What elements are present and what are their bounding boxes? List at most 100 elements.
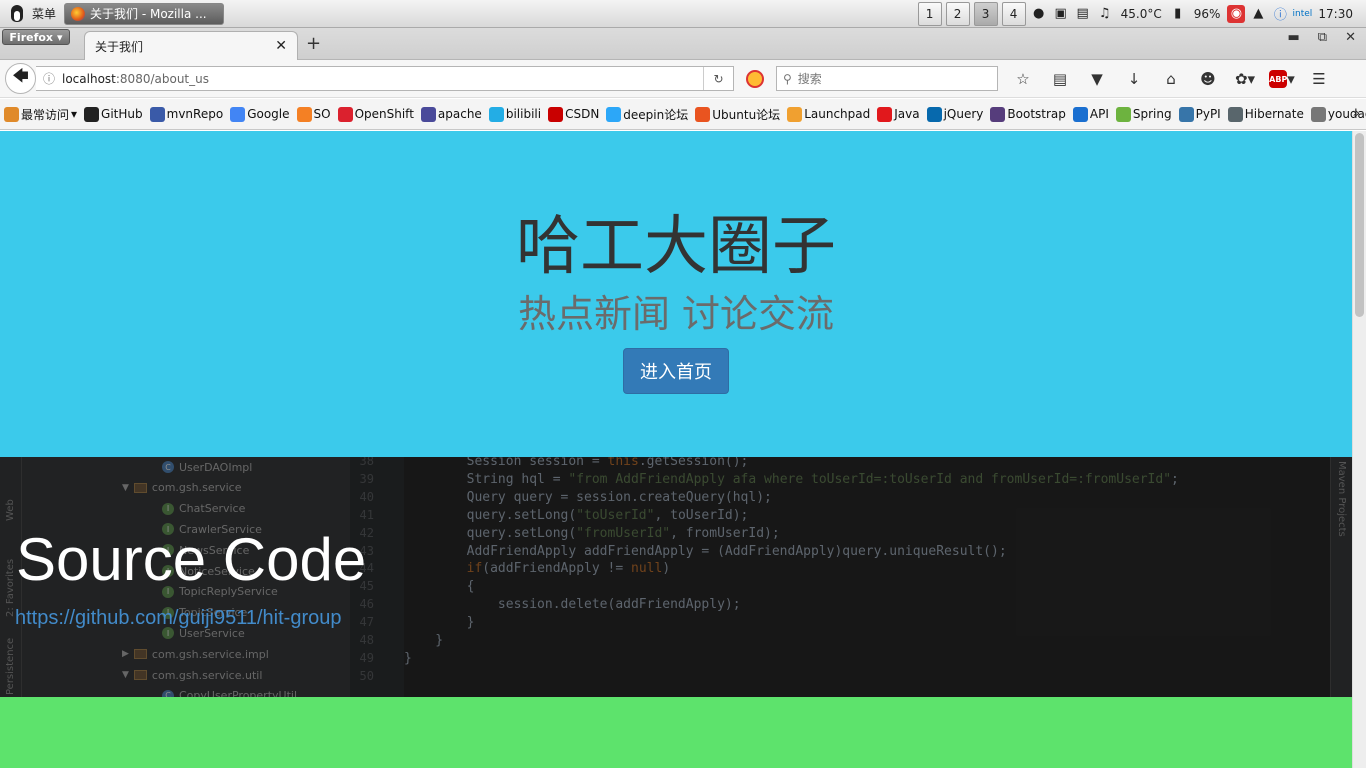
bookmark-item[interactable]: Ubuntu论坛 [695,106,780,123]
hero-section: 哈工大圈子 热点新闻 讨论交流 进入首页 [0,131,1352,457]
footer-section [0,697,1352,768]
tux-icon[interactable]: ▲ [1249,5,1267,23]
bookmark-item[interactable]: mvnRepo [149,106,223,122]
chat-icon[interactable]: ☻ [1195,68,1221,90]
bookmark-label: OpenShift [354,107,414,121]
system-menu-button[interactable]: 菜单 [0,0,64,28]
download-icon[interactable]: ↓ [1121,68,1147,90]
bookmark-item[interactable]: jQuery [926,106,984,122]
enter-homepage-button[interactable]: 进入首页 [623,348,729,394]
bookmark-item[interactable]: Google [230,106,290,122]
bookmark-item[interactable]: GitHub [84,106,143,122]
arrow-left-icon: 🡄 [12,66,29,85]
battery-icon[interactable]: ▮ [1169,5,1187,23]
back-button[interactable]: 🡄 [5,63,36,94]
bookmark-item[interactable]: Hibernate [1227,106,1304,122]
bookmark-item[interactable]: Java [877,106,920,122]
bookmark-item[interactable]: PyPI [1178,106,1221,122]
reading-list-icon[interactable]: ▤ [1047,68,1073,90]
bookmark-label: Java [894,107,920,121]
bookmark-label: GitHub [101,107,143,121]
pocket-icon[interactable]: ▼ [1084,68,1110,90]
restore-icon[interactable]: ⧉ [1318,30,1327,45]
bookmark-item[interactable]: API [1072,106,1109,122]
minimize-icon[interactable]: ▬ [1288,30,1300,45]
workspace-1-button[interactable]: 1 [917,1,942,26]
firefox-app-menu[interactable]: Firefox ▾ [2,29,70,45]
mvnrepo-icon [149,106,165,122]
scrollbar-thumb[interactable] [1355,133,1364,317]
bookmark-label: Launchpad [804,107,871,121]
pypi-icon [1178,106,1194,122]
source-code-section: Web 2: Favorites Persistence C UserDAOImp… [0,457,1352,697]
hibernate-icon [1227,106,1243,122]
search-placeholder: 搜索 [797,72,822,86]
bookmark-item[interactable]: 最常访问 ▾ [4,106,77,123]
bookmark-item[interactable]: Spring [1115,106,1172,122]
netease-music-icon[interactable]: ◉ [1227,4,1246,23]
page-scrollbar[interactable] [1352,131,1366,768]
close-window-icon[interactable]: ✕ [1345,30,1356,45]
bookmark-label: API [1089,107,1109,121]
bookmark-label: jQuery [943,107,984,121]
workspace-4-button[interactable]: 4 [1001,1,1026,26]
openshift-icon [337,106,353,122]
network-icon[interactable]: ▤ [1074,5,1092,23]
youdao-icon [1310,106,1326,122]
bookmark-label: 最常访问 [21,107,70,122]
deepin-icon [606,106,622,122]
tab-about-us[interactable]: 关于我们 ✕ [84,31,298,60]
bookmark-star-icon[interactable]: ☆ [1010,68,1036,90]
chevron-down-icon: ▾ [57,30,63,44]
bookmark-item[interactable]: apache [420,106,482,122]
bookmark-item[interactable]: OpenShift [337,106,414,122]
firefox-icon [71,6,86,21]
new-tab-button[interactable]: + [306,33,321,54]
window-controls: ▬ ⧉ ✕ [1288,30,1357,45]
bookmark-label: apache [437,107,482,121]
taskbar-window-title: 关于我们 - Mozilla ... [90,7,207,21]
bookmark-item[interactable]: Launchpad [787,106,871,122]
bookmarks-overflow-icon[interactable]: » [1353,106,1360,120]
close-tab-icon[interactable]: ✕ [275,38,287,54]
noscript-icon[interactable] [746,70,764,88]
bookmark-label: CSDN [565,107,600,121]
bookmark-item[interactable]: CSDN [548,106,600,122]
temperature-readout: 45.0°C [1120,6,1162,21]
workspace-3-button[interactable]: 3 [973,1,998,26]
bookmark-item[interactable]: SO [296,106,331,122]
update-icon[interactable]: ⓘ [1271,5,1289,23]
system-panel: 菜单 关于我们 - Mozilla ... 1 2 3 4 ● ▣ ▤ ♫ 45… [0,0,1366,28]
bookmark-item[interactable]: deepin论坛 [606,106,688,123]
bookmark-label: youdao [1327,107,1366,121]
launchpad-icon [787,106,803,122]
url-path: :8080/about_us [115,71,209,86]
bookmark-label: deepin论坛 [623,107,689,122]
intel-icon[interactable]: intel [1293,5,1313,23]
home-icon[interactable]: ⌂ [1158,68,1184,90]
music-icon[interactable]: ♫ [1096,5,1114,23]
bookmark-item[interactable]: Bootstrap [990,106,1066,122]
reload-icon[interactable]: ↻ [703,67,733,90]
extension-icon[interactable]: ✿▾ [1232,68,1258,90]
info-icon[interactable]: ⓘ [36,70,62,87]
workspace-2-button[interactable]: 2 [945,1,970,26]
site-title: 哈工大圈子 [516,210,836,284]
firefox-app-menu-label: Firefox [9,30,54,44]
api-icon [1072,106,1088,122]
github-repo-link[interactable]: https://github.com/guiji9511/hit-group [15,607,342,630]
user-icon[interactable]: ● [1030,5,1048,23]
battery-readout: 96% [1193,6,1221,21]
url-bar[interactable]: ⓘ localhost:8080/about_us ↻ [36,66,734,91]
hamburger-menu-icon[interactable]: ☰ [1306,68,1332,90]
bookmark-item[interactable]: bilibili [488,106,542,122]
penguin-icon [8,4,26,24]
taskbar-firefox-window[interactable]: 关于我们 - Mozilla ... [64,2,225,25]
search-input[interactable]: ⚲ 搜索 [776,66,998,91]
screenshot-icon[interactable]: ▣ [1052,5,1070,23]
adblock-plus-icon[interactable]: ABP ▾ [1269,68,1295,90]
bookmark-label: bilibili [505,107,542,121]
bookmarks-toolbar: 最常访问 ▾ GitHub mvnRepo Google SO OpenShift… [0,99,1366,130]
bookmark-label: Hibernate [1244,107,1304,121]
navigation-toolbar: 🡄 ⓘ localhost:8080/about_us ↻ ⚲ 搜索 ☆ ▤ ▼… [0,60,1366,98]
